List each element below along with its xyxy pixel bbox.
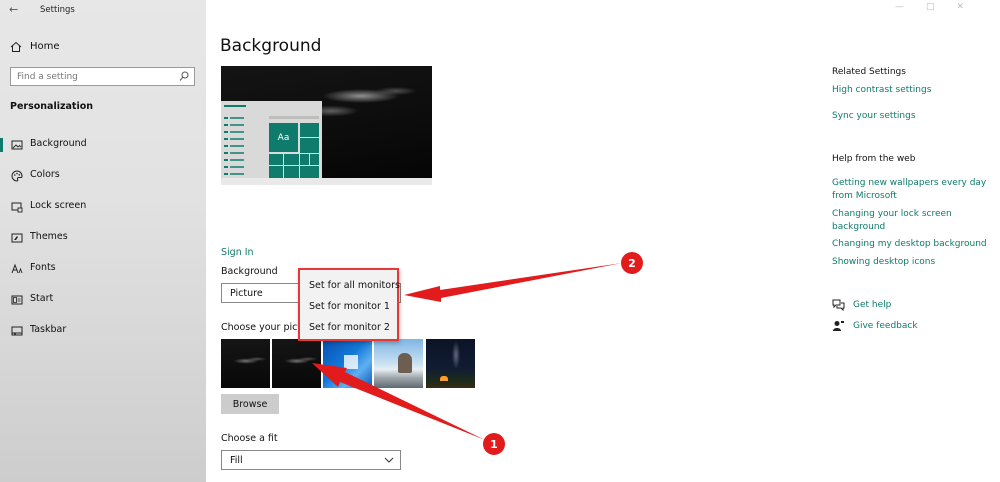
preview-sidebar — [224, 117, 246, 175]
sidebar-item-label: Background — [30, 138, 87, 149]
preview-label-bar — [269, 116, 319, 119]
picture-thumbnail[interactable] — [221, 339, 270, 388]
taskbar-icon — [11, 326, 23, 336]
sidebar-item-label: Themes — [30, 231, 68, 242]
search-input[interactable] — [11, 68, 171, 85]
context-menu: Set for all monitors Set for monitor 1 S… — [298, 268, 400, 341]
minimize-icon[interactable]: — — [895, 2, 926, 12]
chat-help-icon — [832, 299, 845, 311]
windows-logo-icon — [344, 355, 358, 369]
picture-thumbnail[interactable] — [374, 339, 423, 388]
sidebar-item-label: Home — [30, 41, 60, 52]
search-box — [10, 67, 195, 86]
main-content: —□✕ Background Aa Sign In Background Pic… — [206, 0, 1000, 482]
wallpapers-link[interactable]: Getting new wallpapers every day from Mi… — [832, 177, 992, 203]
related-settings-heading: Related Settings — [832, 67, 906, 77]
feedback-person-icon — [833, 321, 844, 331]
preview-window: Aa — [221, 101, 322, 178]
menu-item-set-monitor-2[interactable]: Set for monitor 2 — [309, 322, 390, 333]
background-label: Background — [221, 266, 278, 277]
lock-screen-link[interactable]: Changing your lock screen background — [832, 208, 972, 234]
sidebar-item-label: Fonts — [30, 262, 56, 273]
sidebar-item-colors[interactable]: Colors — [0, 165, 206, 196]
home-icon — [10, 41, 22, 52]
lock-screen-icon — [11, 202, 23, 213]
desktop-preview: Aa — [221, 66, 432, 185]
sidebar-item-label: Colors — [30, 169, 60, 180]
close-icon[interactable]: ✕ — [956, 2, 986, 12]
maximize-icon[interactable]: □ — [926, 2, 957, 12]
themes-icon — [11, 233, 23, 243]
preview-tiles: Aa — [269, 123, 319, 178]
window-controls[interactable]: —□✕ — [895, 2, 986, 12]
choose-picture-label: Choose your pictu — [221, 322, 308, 333]
desktop-background-link[interactable]: Changing my desktop background — [832, 238, 987, 251]
sign-in-link[interactable]: Sign In — [221, 247, 254, 258]
choose-fit-label: Choose a fit — [221, 433, 278, 444]
menu-item-set-monitor-1[interactable]: Set for monitor 1 — [309, 301, 390, 312]
sidebar: ← Settings Home Personalization Backgrou… — [0, 0, 206, 482]
title-bar: ← Settings — [0, 0, 206, 22]
sidebar-item-lock-screen[interactable]: Lock screen — [0, 196, 206, 227]
give-feedback-label: Give feedback — [853, 321, 918, 331]
picture-thumbnail[interactable] — [426, 339, 475, 388]
menu-item-set-all-monitors[interactable]: Set for all monitors — [309, 280, 400, 291]
app-title: Settings — [40, 5, 75, 15]
fonts-icon — [11, 263, 23, 274]
background-select-value: Picture — [230, 288, 263, 299]
preview-titlebar — [224, 105, 246, 107]
sidebar-item-label: Lock screen — [30, 200, 87, 211]
fit-select-value: Fill — [230, 455, 243, 466]
sidebar-item-taskbar[interactable]: Taskbar — [0, 320, 206, 351]
chevron-down-icon — [384, 457, 394, 463]
palette-icon — [11, 170, 23, 182]
browse-button[interactable]: Browse — [221, 394, 279, 414]
sidebar-nav: Background Colors Lock screen Themes Fon… — [0, 134, 206, 351]
page-title: Background — [220, 36, 322, 56]
get-help-label: Get help — [853, 300, 892, 310]
picture-thumbnail[interactable] — [272, 339, 321, 388]
preview-tile-text: Aa — [269, 123, 299, 153]
sidebar-item-home[interactable]: Home — [0, 37, 206, 57]
desktop-icons-link[interactable]: Showing desktop icons — [832, 256, 935, 269]
picture-icon — [11, 140, 23, 150]
sync-settings-link[interactable]: Sync your settings — [832, 110, 916, 123]
sidebar-item-background[interactable]: Background — [0, 134, 206, 165]
sidebar-item-fonts[interactable]: Fonts — [0, 258, 206, 289]
help-web-heading: Help from the web — [832, 154, 916, 164]
section-title: Personalization — [10, 101, 93, 112]
sidebar-item-start[interactable]: Start — [0, 289, 206, 320]
sidebar-item-label: Start — [30, 293, 54, 304]
picture-thumbnail[interactable] — [323, 339, 372, 388]
annotation-badge-2: 2 — [621, 252, 643, 274]
search-icon[interactable] — [179, 71, 189, 82]
back-arrow-icon[interactable]: ← — [9, 3, 18, 17]
fit-select[interactable]: Fill — [221, 450, 401, 470]
sidebar-item-label: Taskbar — [30, 324, 67, 335]
annotation-badge-1: 1 — [483, 433, 505, 455]
high-contrast-link[interactable]: High contrast settings — [832, 84, 931, 97]
sidebar-item-themes[interactable]: Themes — [0, 227, 206, 258]
start-icon — [11, 295, 23, 305]
